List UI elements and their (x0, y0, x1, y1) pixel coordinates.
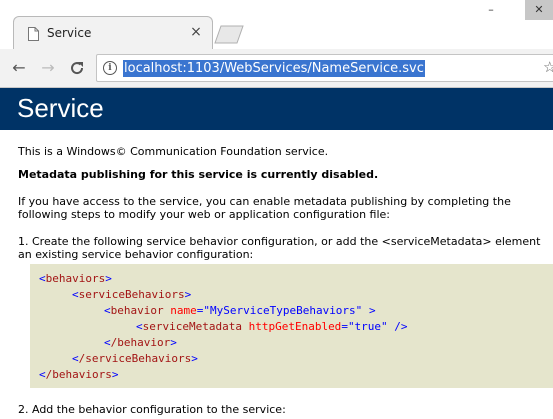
tab-service[interactable]: Service × (13, 16, 213, 50)
access-text-line2: following steps to modify your web or ap… (18, 208, 390, 221)
metadata-notice: Metadata publishing for this service is … (18, 168, 379, 181)
address-url[interactable]: localhost:1103/WebServices/NameService.s… (123, 60, 425, 77)
code-line: </behavior> (104, 336, 177, 349)
code-line: <behavior name="MyServiceTypeBehaviors" … (104, 304, 376, 317)
browser-toolbar: ← → i localhost:1103/WebServices/NameSer… (0, 49, 553, 88)
page-icon (28, 26, 39, 41)
intro-text: This is a Windows© Communication Foundat… (18, 145, 329, 158)
config-code-block: <behaviors> <serviceBehaviors> <behavior… (30, 264, 553, 388)
forward-arrow-icon[interactable]: → (37, 57, 59, 79)
tab-title: Service (47, 26, 92, 40)
reload-icon[interactable] (66, 57, 88, 79)
step1-text-line2: an existing service behavior configurati… (18, 248, 254, 261)
step2-text: 2. Add the behavior configuration to the… (18, 403, 286, 416)
access-text-line1: If you have access to the service, you c… (18, 195, 511, 208)
close-tab-icon[interactable]: × (188, 24, 204, 40)
page-header: Service (0, 88, 553, 130)
minimize-icon[interactable]: – (477, 0, 505, 20)
window-controls: – ✕ (463, 0, 553, 20)
window-close-icon[interactable]: ✕ (525, 0, 553, 20)
back-arrow-icon[interactable]: ← (8, 57, 30, 79)
code-line: <serviceBehaviors> (72, 288, 192, 301)
address-bar[interactable]: i localhost:1103/WebServices/NameService… (96, 54, 553, 82)
page-title: Service (17, 93, 104, 123)
info-icon[interactable]: i (103, 61, 117, 75)
code-line: </serviceBehaviors> (72, 352, 198, 365)
step1-text-line1: 1. Create the following service behavior… (18, 235, 541, 248)
code-line: <behaviors> (39, 272, 112, 285)
code-line: <serviceMetadata httpGetEnabled="true" /… (136, 320, 408, 333)
new-tab-button[interactable] (213, 24, 247, 44)
bookmark-star-icon[interactable]: ☆ (543, 58, 553, 76)
browser-title-bar: Service × – ✕ (0, 0, 553, 50)
code-line: </behaviors> (39, 368, 119, 381)
